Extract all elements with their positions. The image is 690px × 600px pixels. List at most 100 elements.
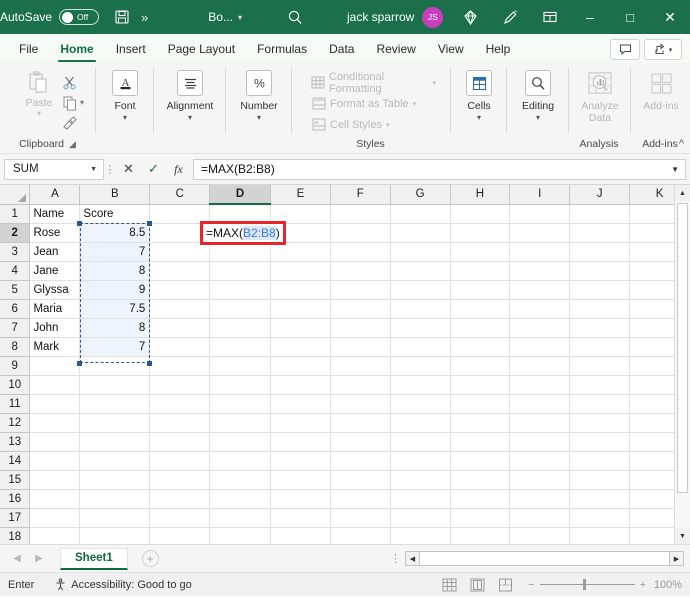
cell-c7[interactable] [150, 318, 210, 337]
cell-d18[interactable] [210, 527, 271, 544]
page-break-view-icon[interactable] [492, 575, 518, 595]
tab-review[interactable]: Review [365, 37, 426, 62]
cell-h17[interactable] [450, 508, 510, 527]
row-header-6[interactable]: 6 [0, 299, 30, 318]
collapse-ribbon-button[interactable]: ^ [679, 138, 684, 150]
cell-f7[interactable] [330, 318, 390, 337]
cell-a6[interactable]: Maria [30, 299, 80, 318]
document-name[interactable]: Bo... ▾ [208, 10, 242, 24]
zoom-level[interactable]: 100% [648, 579, 682, 591]
cell-j16[interactable] [570, 489, 630, 508]
row-header-14[interactable]: 14 [0, 451, 30, 470]
cell-g10[interactable] [390, 375, 450, 394]
cell-j18[interactable] [570, 527, 630, 544]
alignment-button[interactable]: Alignment ▾ [161, 68, 219, 122]
cell-h10[interactable] [450, 375, 510, 394]
conditional-formatting-button[interactable]: Conditional Formatting ▾ [311, 72, 436, 93]
cell-i3[interactable] [510, 242, 570, 261]
sheet-next-button[interactable]: ▶ [28, 553, 50, 564]
cell-i4[interactable] [510, 261, 570, 280]
cell-c14[interactable] [150, 451, 210, 470]
cell-h1[interactable] [450, 204, 510, 223]
cell-a14[interactable] [30, 451, 80, 470]
row-header-9[interactable]: 9 [0, 356, 30, 375]
cell-h12[interactable] [450, 413, 510, 432]
cell-g16[interactable] [390, 489, 450, 508]
cell-a12[interactable] [30, 413, 80, 432]
cell-g3[interactable] [390, 242, 450, 261]
cell-a7[interactable]: John [30, 318, 80, 337]
cell-i1[interactable] [510, 204, 570, 223]
format-painter-button[interactable] [62, 113, 84, 132]
chevron-down-icon[interactable]: ▼ [90, 166, 97, 173]
font-button[interactable]: A Font ▾ [103, 68, 147, 122]
cell-c11[interactable] [150, 394, 210, 413]
row-header-15[interactable]: 15 [0, 470, 30, 489]
cell-j1[interactable] [570, 204, 630, 223]
cell-f16[interactable] [330, 489, 390, 508]
scroll-right-button[interactable]: ▶ [669, 551, 684, 566]
cell-e14[interactable] [270, 451, 330, 470]
tab-insert[interactable]: Insert [105, 37, 157, 62]
cell-e8[interactable] [270, 337, 330, 356]
cell-d15[interactable] [210, 470, 271, 489]
quick-access-more-icon[interactable]: » [141, 10, 148, 25]
cell-h9[interactable] [450, 356, 510, 375]
cell-g8[interactable] [390, 337, 450, 356]
cell-d12[interactable] [210, 413, 271, 432]
cell-j10[interactable] [570, 375, 630, 394]
cells-button[interactable]: Cells ▾ [458, 68, 500, 122]
cell-h5[interactable] [450, 280, 510, 299]
row-header-1[interactable]: 1 [0, 204, 30, 223]
cell-i10[interactable] [510, 375, 570, 394]
save-icon[interactable] [113, 8, 131, 26]
cell-b4[interactable]: 8 [80, 261, 150, 280]
ribbon-display-options-icon[interactable] [530, 0, 570, 34]
cell-i13[interactable] [510, 432, 570, 451]
cell-h2[interactable] [450, 223, 510, 242]
cell-b7[interactable]: 8 [80, 318, 150, 337]
cell-j12[interactable] [570, 413, 630, 432]
cell-b16[interactable] [80, 489, 150, 508]
cell-i17[interactable] [510, 508, 570, 527]
cell-h15[interactable] [450, 470, 510, 489]
column-header-e[interactable]: E [270, 185, 330, 204]
column-header-b[interactable]: B [80, 185, 150, 204]
cell-j6[interactable] [570, 299, 630, 318]
column-header-j[interactable]: J [570, 185, 630, 204]
comment-icon[interactable] [610, 39, 640, 60]
cell-h13[interactable] [450, 432, 510, 451]
cell-b5[interactable]: 9 [80, 280, 150, 299]
maximize-button[interactable]: □ [610, 0, 650, 34]
tab-file[interactable]: File [8, 37, 49, 62]
column-header-c[interactable]: C [150, 185, 210, 204]
cell-c5[interactable] [150, 280, 210, 299]
row-header-7[interactable]: 7 [0, 318, 30, 337]
cell-f1[interactable] [330, 204, 390, 223]
share-button[interactable]: ▾ [644, 39, 682, 60]
cell-j17[interactable] [570, 508, 630, 527]
cell-e4[interactable] [270, 261, 330, 280]
cell-a15[interactable] [30, 470, 80, 489]
cell-f4[interactable] [330, 261, 390, 280]
cell-a5[interactable]: Glyssa [30, 280, 80, 299]
cell-d9[interactable] [210, 356, 271, 375]
expand-formula-bar-icon[interactable]: ▼ [671, 165, 679, 174]
dialog-launcher-icon[interactable]: ◢ [69, 139, 76, 150]
cell-j2[interactable] [570, 223, 630, 242]
cell-e15[interactable] [270, 470, 330, 489]
tab-data[interactable]: Data [318, 37, 365, 62]
cell-g17[interactable] [390, 508, 450, 527]
cell-c6[interactable] [150, 299, 210, 318]
cell-f8[interactable] [330, 337, 390, 356]
cell-f9[interactable] [330, 356, 390, 375]
cell-g15[interactable] [390, 470, 450, 489]
cell-h4[interactable] [450, 261, 510, 280]
row-header-17[interactable]: 17 [0, 508, 30, 527]
copy-button[interactable]: ▾ [62, 93, 84, 112]
zoom-out-button[interactable]: − [528, 579, 534, 591]
cell-i5[interactable] [510, 280, 570, 299]
cell-f2[interactable] [330, 223, 390, 242]
row-header-16[interactable]: 16 [0, 489, 30, 508]
cell-d11[interactable] [210, 394, 271, 413]
